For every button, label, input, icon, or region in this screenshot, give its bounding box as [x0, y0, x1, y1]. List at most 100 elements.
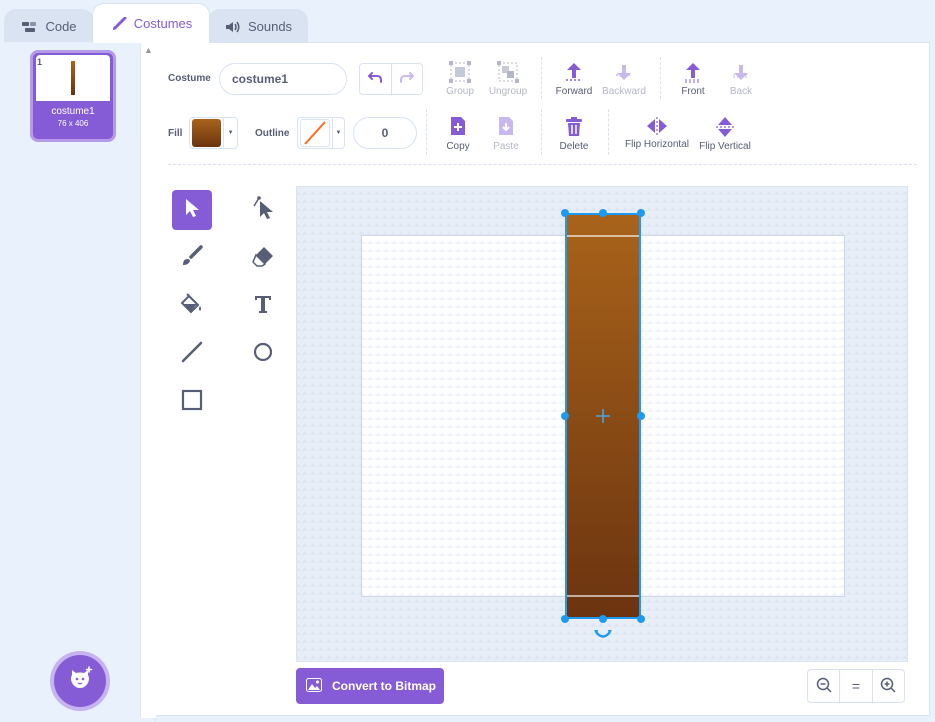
- tab-sounds[interactable]: Sounds: [208, 9, 308, 43]
- speaker-icon: [224, 20, 242, 34]
- flip-horizontal-label: Flip Horizontal: [625, 139, 689, 150]
- tool-eraser[interactable]: [243, 238, 283, 278]
- resize-handle[interactable]: [599, 615, 607, 623]
- scroll-up-icon[interactable]: ▲: [144, 45, 153, 55]
- resize-handle[interactable]: [561, 209, 569, 217]
- costume-list-scrollbar[interactable]: ▲: [140, 42, 156, 718]
- delete-label: Delete: [559, 141, 589, 152]
- zoom-in-button[interactable]: [871, 670, 904, 702]
- stage-edge-line: [567, 235, 639, 237]
- delete-button[interactable]: Delete: [554, 116, 594, 152]
- tab-sounds-label: Sounds: [247, 19, 293, 34]
- tool-rectangle[interactable]: [172, 382, 212, 422]
- outline-color-picker[interactable]: ▼: [297, 117, 345, 149]
- costume-number: 1: [37, 57, 43, 67]
- tool-fill[interactable]: [172, 286, 212, 326]
- text-icon: [253, 294, 273, 319]
- backward-label: Backward: [602, 86, 646, 97]
- tool-line[interactable]: [172, 334, 212, 374]
- zoom-controls: =: [807, 669, 905, 703]
- toolbar-separator: [608, 109, 609, 155]
- front-label: Front: [681, 86, 705, 97]
- stage-edge-line: [567, 595, 639, 597]
- redo-icon: [399, 70, 414, 88]
- tool-circle[interactable]: [243, 334, 283, 374]
- tab-costumes-label: Costumes: [133, 16, 193, 31]
- rotate-handle-icon[interactable]: [593, 628, 613, 647]
- costume-list: 1 costume1 76 x 406 ▲: [0, 42, 156, 722]
- add-costume-button[interactable]: [54, 655, 106, 707]
- costume-item-name: costume1: [51, 106, 95, 117]
- ungroup-button[interactable]: Ungroup: [486, 61, 530, 97]
- tab-costumes[interactable]: Costumes: [92, 3, 210, 43]
- forward-button[interactable]: Forward: [554, 61, 594, 97]
- back-icon: [730, 61, 752, 83]
- back-button[interactable]: Back: [721, 61, 761, 97]
- undo-button[interactable]: [360, 64, 392, 94]
- paint-editor: Costume costume1 Group Ungroup Forward B…: [156, 42, 930, 716]
- front-button[interactable]: Front: [673, 61, 713, 97]
- backward-button[interactable]: Backward: [600, 61, 648, 97]
- zoom-out-button[interactable]: [808, 670, 839, 702]
- paintbrush-icon: [110, 16, 128, 31]
- line-icon: [181, 341, 203, 368]
- copy-button[interactable]: Copy: [438, 116, 478, 152]
- ungroup-label: Ungroup: [488, 86, 528, 97]
- thumbnail-bar: [71, 61, 75, 95]
- ungroup-icon: [497, 61, 519, 83]
- flip-horizontal-button[interactable]: Flip Horizontal: [622, 116, 692, 150]
- tab-code[interactable]: Code: [4, 9, 94, 43]
- resize-handle[interactable]: [637, 615, 645, 623]
- resize-handle[interactable]: [637, 209, 645, 217]
- outline-dropdown-icon[interactable]: ▼: [332, 117, 344, 149]
- toolbar-separator: [541, 57, 542, 99]
- fill-dropdown-icon[interactable]: ▼: [223, 117, 237, 149]
- select-arrow-icon: [183, 198, 201, 223]
- no-color-icon: [304, 121, 326, 145]
- forward-icon: [563, 61, 585, 83]
- outline-label: Outline: [255, 128, 290, 139]
- fill-swatch[interactable]: [192, 119, 222, 147]
- fill-label: Fill: [168, 128, 183, 139]
- paste-label: Paste: [493, 141, 519, 152]
- convert-to-bitmap-button[interactable]: Convert to Bitmap: [296, 668, 444, 704]
- paste-icon: [496, 116, 516, 138]
- undo-redo-group: [359, 63, 423, 95]
- selection-box[interactable]: [565, 213, 641, 619]
- trash-icon: [564, 116, 584, 138]
- tool-text[interactable]: [243, 286, 283, 326]
- forward-label: Forward: [555, 86, 593, 97]
- resize-handle[interactable]: [561, 412, 569, 420]
- cat-add-icon: [67, 665, 93, 697]
- toolbar-separator: [660, 57, 661, 99]
- redo-button[interactable]: [392, 64, 423, 94]
- resize-handle[interactable]: [599, 209, 607, 217]
- outline-width-input[interactable]: 0: [353, 117, 417, 149]
- undo-icon: [368, 70, 383, 88]
- paste-button[interactable]: Paste: [486, 116, 526, 152]
- copy-icon: [448, 116, 468, 138]
- image-icon: [306, 677, 322, 695]
- costume-name-label: Costume: [168, 73, 211, 84]
- tool-select[interactable]: [172, 190, 212, 230]
- group-icon: [449, 61, 471, 83]
- tool-brush[interactable]: [172, 238, 212, 278]
- flip-horizontal-icon: [646, 116, 668, 136]
- costume-name-input[interactable]: costume1: [219, 63, 347, 95]
- tab-code-label: Code: [45, 19, 77, 34]
- reshape-icon: [252, 195, 274, 225]
- code-icon: [21, 20, 39, 34]
- flip-vertical-label: Flip Vertical: [699, 141, 751, 152]
- group-button[interactable]: Group: [440, 61, 480, 97]
- flip-vertical-icon: [715, 116, 735, 138]
- editor-tabs: Code Costumes Sounds: [0, 0, 935, 44]
- fill-color-picker[interactable]: ▼: [189, 117, 238, 149]
- resize-handle[interactable]: [637, 412, 645, 420]
- zoom-reset-button[interactable]: =: [839, 670, 871, 702]
- resize-handle[interactable]: [561, 615, 569, 623]
- outline-swatch[interactable]: [300, 119, 330, 147]
- paint-canvas[interactable]: [296, 186, 908, 662]
- flip-vertical-button[interactable]: Flip Vertical: [694, 116, 756, 152]
- tool-reshape[interactable]: [243, 190, 283, 230]
- costume-item[interactable]: 1 costume1 76 x 406: [30, 50, 116, 142]
